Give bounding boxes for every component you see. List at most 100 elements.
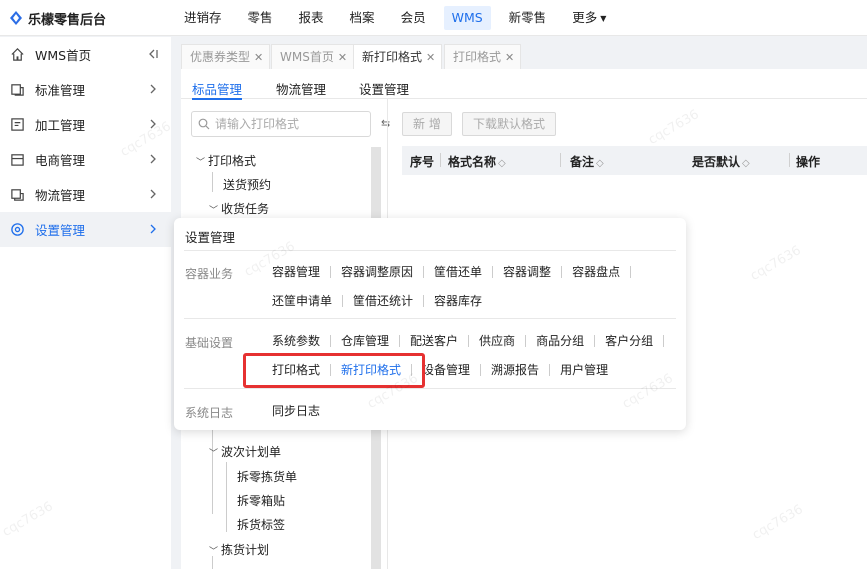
menu-link-traceability-report[interactable]: 溯源报告 bbox=[481, 364, 551, 376]
topnav-item-wms[interactable]: WMS bbox=[443, 6, 491, 30]
tab-label: 优惠券类型 bbox=[190, 50, 251, 64]
menu-link-user-management[interactable]: 用户管理 bbox=[550, 364, 618, 376]
search-icon bbox=[198, 118, 210, 130]
close-icon[interactable]: ✕ bbox=[338, 51, 347, 64]
top-bar: 乐檬零售后台 进销存 零售 报表 档案 会员 WMS 新零售 更多 ▼ bbox=[0, 0, 867, 36]
topnav-item-inventory[interactable]: 进销存 bbox=[171, 6, 235, 30]
sort-icon[interactable]: ◇ bbox=[742, 158, 750, 169]
col-header-remark[interactable]: 备注 ◇ bbox=[570, 153, 604, 170]
sidebar-item-wms-home[interactable]: WMS首页 bbox=[0, 37, 171, 72]
chevron-down-icon: ﹀ bbox=[196, 158, 206, 168]
process-icon bbox=[11, 118, 24, 131]
menu-link-container-stocktake[interactable]: 容器盘点 bbox=[562, 266, 632, 278]
col-divider bbox=[440, 153, 441, 167]
menu-link-system-params[interactable]: 系统参数 bbox=[262, 335, 332, 347]
col-header-is-default[interactable]: 是否默认 ◇ bbox=[692, 153, 750, 170]
close-icon[interactable]: ✕ bbox=[254, 51, 263, 64]
group-label-container: 容器业务 bbox=[185, 267, 234, 281]
subtab-settings[interactable]: 设置管理 bbox=[359, 79, 409, 98]
caret-down-icon: ▼ bbox=[600, 13, 607, 23]
tab-label: 新打印格式 bbox=[362, 50, 423, 64]
group-label-basic-settings: 基础设置 bbox=[185, 336, 234, 350]
menu-link-warehouse-management[interactable]: 仓库管理 bbox=[331, 335, 401, 347]
tree-node-label: 拣货计划 bbox=[221, 543, 270, 557]
menu-link-sync-log[interactable]: 同步日志 bbox=[262, 405, 330, 417]
tab-label: 打印格式 bbox=[453, 50, 502, 64]
sidebar-item-label: 电商管理 bbox=[35, 153, 86, 168]
logo-icon bbox=[10, 11, 22, 25]
flyout-title: 设置管理 bbox=[185, 230, 236, 245]
more-label: 更多 bbox=[572, 10, 598, 25]
tree-node-label: 波次计划单 bbox=[221, 445, 282, 459]
collapse-tree-icon[interactable]: ⇆ bbox=[381, 117, 390, 130]
topnav-item-reports[interactable]: 报表 bbox=[286, 6, 337, 30]
app-logo[interactable]: 乐檬零售后台 bbox=[8, 8, 106, 28]
col-header-format-name[interactable]: 格式名称 ◇ bbox=[448, 153, 506, 170]
sidebar-item-standard[interactable]: 标准管理 bbox=[0, 72, 171, 107]
home-icon bbox=[11, 48, 24, 61]
tree-node[interactable]: ﹀ 收货任务 bbox=[209, 200, 269, 217]
tab-wms-home[interactable]: WMS首页 ✕ bbox=[271, 44, 355, 69]
topnav-item-new-retail[interactable]: 新零售 bbox=[496, 6, 560, 30]
top-nav: 进销存 零售 报表 档案 会员 WMS 新零售 更多 ▼ bbox=[171, 0, 619, 36]
chevron-down-icon: ﹀ bbox=[209, 206, 219, 216]
tree-node[interactable]: ﹀ 波次计划单 bbox=[209, 443, 281, 460]
sidebar-item-label: 设置管理 bbox=[35, 223, 86, 238]
menu-link-delivery-customers[interactable]: 配送客户 bbox=[400, 335, 470, 347]
subtab-standard-goods[interactable]: 标品管理 bbox=[192, 79, 243, 100]
tab-coupon-type[interactable]: 优惠券类型 ✕ bbox=[181, 44, 271, 69]
col-label: 序号 bbox=[410, 155, 435, 169]
tab-new-print-format[interactable]: 新打印格式 ✕ bbox=[353, 44, 443, 69]
add-button[interactable]: 新 增 bbox=[402, 112, 452, 136]
close-icon[interactable]: ✕ bbox=[426, 51, 435, 64]
menu-link-product-groups[interactable]: 商品分组 bbox=[526, 335, 596, 347]
menu-link-container-adjust-reason[interactable]: 容器调整原因 bbox=[331, 266, 425, 278]
sidebar-item-logistics[interactable]: 物流管理 bbox=[0, 177, 171, 212]
flyout-divider bbox=[184, 388, 676, 389]
flyout-divider bbox=[184, 250, 676, 251]
menu-link-suppliers[interactable]: 供应商 bbox=[469, 335, 527, 347]
menu-link-container-inventory[interactable]: 容器库存 bbox=[424, 295, 492, 307]
col-header-index: 序号 bbox=[410, 153, 434, 170]
tab-print-format[interactable]: 打印格式 ✕ bbox=[444, 44, 522, 69]
col-label: 操作 bbox=[796, 155, 821, 169]
col-divider bbox=[560, 153, 561, 167]
chevron-right-icon bbox=[150, 189, 156, 199]
sidebar: WMS首页 标准管理 加工管理 电商管理 物流管理 设置管理 bbox=[0, 37, 171, 569]
chevron-right-icon bbox=[150, 84, 156, 94]
sidebar-item-settings[interactable]: 设置管理 bbox=[0, 212, 171, 247]
tree-node[interactable]: 拆零箱贴 bbox=[237, 492, 285, 509]
sidebar-item-processing[interactable]: 加工管理 bbox=[0, 107, 171, 142]
tree-node[interactable]: 拆零拣货单 bbox=[237, 468, 297, 485]
tree-node[interactable]: 送货预约 bbox=[223, 176, 271, 193]
collapse-sidebar-icon[interactable] bbox=[147, 48, 159, 60]
tab-label: WMS首页 bbox=[280, 50, 334, 64]
close-icon[interactable]: ✕ bbox=[505, 51, 514, 64]
download-default-format-button[interactable]: 下载默认格式 bbox=[462, 112, 557, 136]
menu-row: 同步日志 bbox=[262, 405, 330, 417]
sidebar-item-ecommerce[interactable]: 电商管理 bbox=[0, 142, 171, 177]
store-icon bbox=[11, 154, 24, 166]
topnav-item-archives[interactable]: 档案 bbox=[337, 6, 388, 30]
topnav-item-members[interactable]: 会员 bbox=[388, 6, 439, 30]
topnav-item-retail[interactable]: 零售 bbox=[235, 6, 286, 30]
tree-node-label: 收货任务 bbox=[221, 202, 270, 216]
sidebar-item-label: WMS首页 bbox=[35, 48, 92, 63]
menu-link-basket-loan-stats[interactable]: 筐借还统计 bbox=[343, 295, 425, 307]
col-header-actions: 操作 bbox=[796, 153, 820, 170]
menu-link-customer-groups[interactable]: 客户分组 bbox=[595, 335, 665, 347]
menu-link-basket-loan-return[interactable]: 筐借还单 bbox=[424, 266, 494, 278]
tree-node[interactable]: ﹀ 拣货计划 bbox=[209, 541, 269, 558]
sort-icon[interactable]: ◇ bbox=[498, 158, 506, 169]
menu-link-container-adjust[interactable]: 容器调整 bbox=[493, 266, 563, 278]
tree-node[interactable]: ﹀ 打印格式 bbox=[196, 152, 256, 169]
tree-node[interactable]: 拆货标签 bbox=[237, 516, 285, 533]
app-title: 乐檬零售后台 bbox=[28, 12, 107, 28]
sort-icon[interactable]: ◇ bbox=[596, 158, 604, 169]
search-input[interactable] bbox=[215, 117, 365, 131]
topnav-item-more[interactable]: 更多 ▼ bbox=[559, 6, 619, 30]
subtab-logistics[interactable]: 物流管理 bbox=[276, 79, 326, 98]
col-label: 备注 bbox=[570, 155, 595, 169]
menu-link-container-management[interactable]: 容器管理 bbox=[262, 266, 332, 278]
menu-link-basket-return-request[interactable]: 还筐申请单 bbox=[262, 295, 344, 307]
